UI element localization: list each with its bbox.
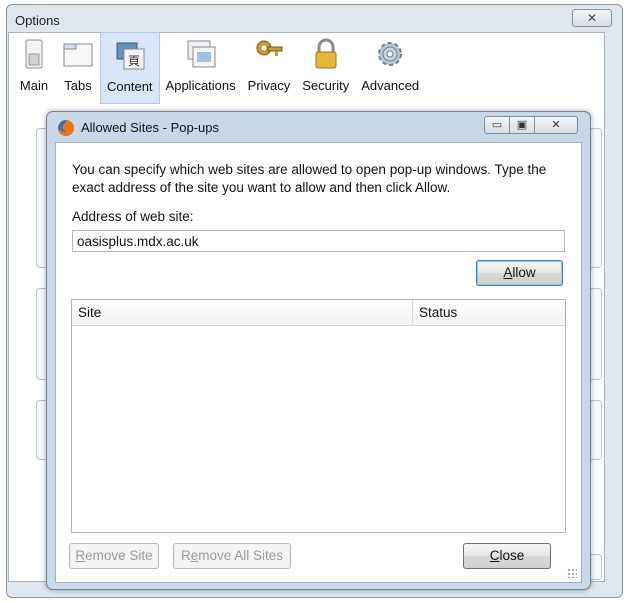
tab-tabs[interactable]: Tabs [56,32,100,104]
allowed-sites-dialog: Allowed Sites - Pop-ups ▭ ▣ ✕ You can sp… [46,111,591,590]
switch-icon [18,38,50,70]
svg-text:頁: 頁 [128,54,140,68]
close-button[interactable]: Close [463,543,551,569]
address-input[interactable] [72,230,565,252]
dialog-title: Allowed Sites - Pop-ups [81,120,220,135]
tab-privacy-label: Privacy [247,78,291,93]
security-lock-icon [310,38,342,70]
remove-all-pre: R [180,548,191,563]
dialog-client-area: You can specify which web sites are allo… [55,142,582,583]
privacy-key-icon [253,38,285,70]
remove-site-label: emove Site [85,548,153,563]
maximize-icon: ▣ [516,119,528,131]
remove-site-accel: R [75,548,86,563]
options-toolbar: Main Tabs 頁 Content Applications Privacy… [8,32,605,106]
sites-table[interactable]: Site Status [71,299,566,533]
column-header-status[interactable]: Status [413,300,565,326]
allow-label: llow [512,265,536,280]
firefox-icon [57,119,75,137]
remove-all-label: move All Sites [198,548,284,563]
table-header: Site Status [72,300,565,326]
maximize-button[interactable]: ▣ [509,116,535,134]
tabs-icon [62,38,94,70]
tab-advanced-label: Advanced [361,78,420,93]
address-label: Address of web site: [72,209,194,224]
gear-icon [374,38,406,70]
remove-all-sites-button[interactable]: Remove All Sites [173,543,291,569]
minimize-button[interactable]: ▭ [484,116,510,134]
content-icon: 頁 [114,39,146,71]
applications-icon [185,38,217,70]
window-controls: ▭ ▣ ✕ [484,116,578,134]
tab-content[interactable]: 頁 Content [100,32,160,104]
resize-grip[interactable] [567,568,577,578]
column-header-site[interactable]: Site [72,300,413,326]
options-close-button[interactable]: ✕ [572,9,612,27]
tab-content-label: Content [107,79,153,94]
tab-main[interactable]: Main [12,32,56,104]
tab-security[interactable]: Security [296,32,355,104]
dialog-close-button[interactable]: ✕ [534,116,578,134]
close-icon: ✕ [551,119,561,131]
remove-site-button[interactable]: Remove Site [69,543,159,569]
close-label: lose [499,548,525,563]
tab-privacy[interactable]: Privacy [242,32,297,104]
tab-security-label: Security [302,78,350,93]
options-window-title: Options [15,13,60,28]
tab-applications[interactable]: Applications [160,32,242,104]
tab-main-label: Main [19,78,49,93]
allow-button[interactable]: Allow [476,260,563,286]
dialog-description: You can specify which web sites are allo… [72,162,547,195]
tab-applications-label: Applications [165,78,236,93]
minimize-icon: ▭ [491,119,503,131]
dialog-titlebar[interactable]: Allowed Sites - Pop-ups ▭ ▣ ✕ [47,112,590,142]
tab-tabs-label: Tabs [64,78,92,93]
tab-advanced[interactable]: Advanced [355,32,425,104]
